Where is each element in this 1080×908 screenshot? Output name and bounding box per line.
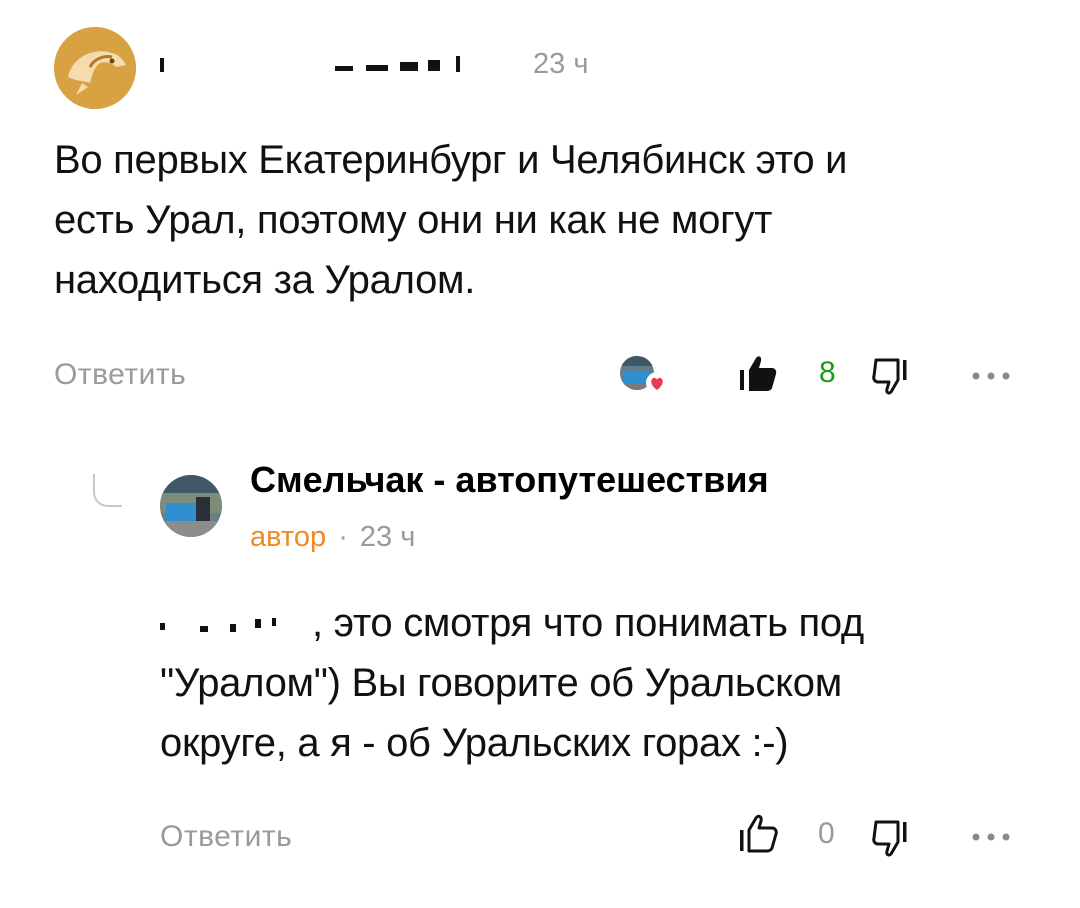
comment-line: находиться за Уралом. (54, 258, 476, 302)
reply-line-text: , это смотря что понимать под (312, 601, 864, 645)
comment-line: есть Урал, поэтому они ни как не могут (54, 198, 773, 242)
reply-button[interactable]: Ответить (54, 358, 186, 392)
reply-body: , это смотря что понимать под "Уралом") … (160, 593, 1050, 773)
avatar[interactable] (160, 475, 222, 537)
thumbs-down-icon[interactable] (872, 356, 912, 396)
reply-author-name[interactable]: Смельчак - автопутешествия (250, 459, 769, 501)
author-liked-heart-icon (619, 352, 675, 396)
reply-meta: автор · 23 ч (250, 521, 415, 554)
likes-count: 8 (819, 356, 836, 389)
thread-connector-icon (92, 474, 124, 508)
comment-line: Во первых Екатеринбург и Челябинск это и (54, 138, 848, 182)
thumbs-up-icon[interactable] (738, 354, 778, 394)
more-dots-icon[interactable] (968, 829, 1014, 845)
thumbs-down-icon[interactable] (872, 818, 912, 858)
author-badge: автор (250, 521, 327, 553)
dolphin-avatar-icon[interactable] (54, 27, 136, 109)
reply-button[interactable]: Ответить (160, 820, 292, 854)
reply-line: "Уралом") Вы говорите об Уральском (160, 661, 842, 705)
author-name-redacted[interactable] (160, 56, 520, 76)
comment-body: Во первых Екатеринбург и Челябинск это и… (54, 130, 1044, 310)
likes-count: 0 (818, 817, 835, 850)
thumbs-up-icon[interactable] (738, 813, 778, 855)
meta-separator: · (338, 521, 348, 553)
reply-time: 23 ч (359, 521, 416, 553)
comment-time: 23 ч (533, 48, 589, 80)
more-dots-icon[interactable] (968, 368, 1014, 384)
reply-line: округе, а я - об Уральских горах :-) (160, 721, 789, 765)
reply-line: , это смотря что понимать под (160, 593, 1050, 653)
